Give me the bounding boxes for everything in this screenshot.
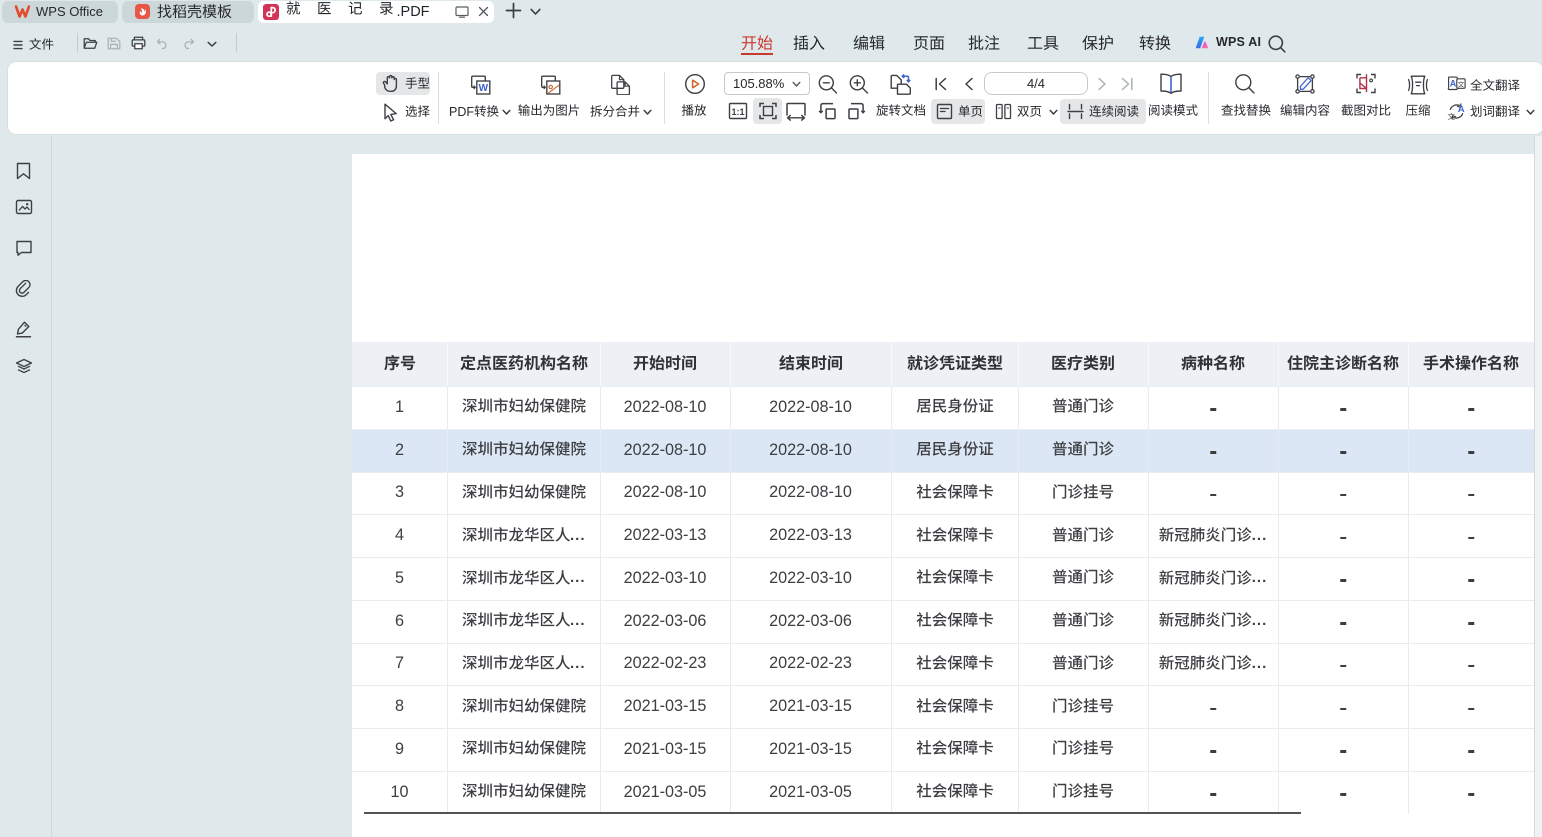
svg-text:A: A (1450, 79, 1457, 89)
svg-text:W: W (479, 83, 489, 94)
svg-text:A: A (1458, 104, 1465, 115)
svg-text:1:1: 1:1 (731, 107, 744, 117)
